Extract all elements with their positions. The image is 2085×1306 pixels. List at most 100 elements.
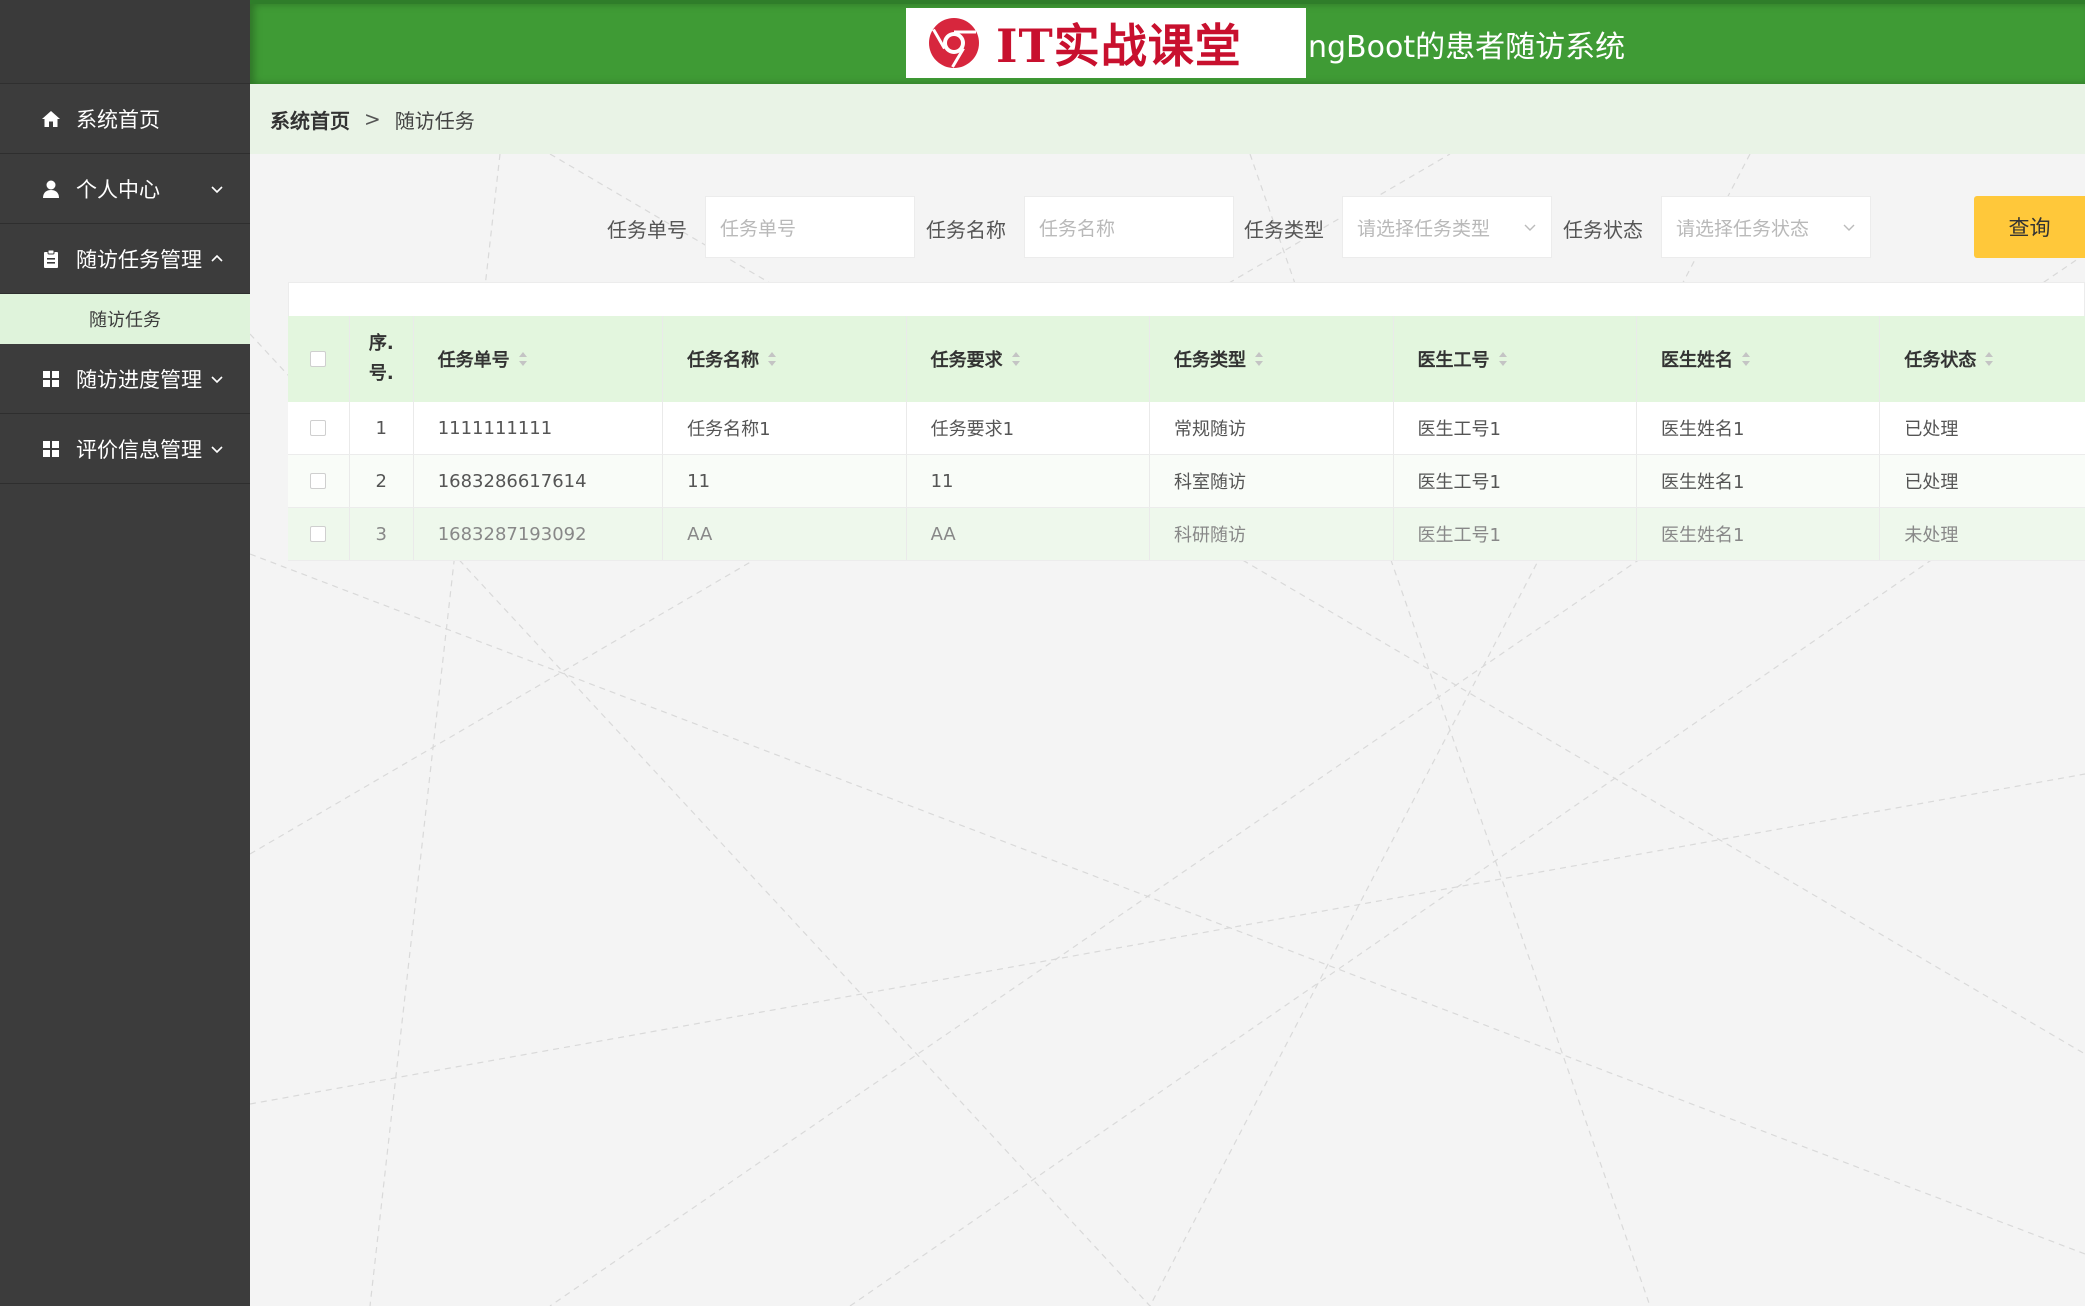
column-header-label: 任务名称 bbox=[687, 350, 760, 371]
sidebar: 系统首页 个人中心 随访任务管理 随访任务 随访进度管理 评价信息管理 bbox=[0, 0, 250, 1306]
row-index: 2 bbox=[350, 455, 414, 507]
row-checkbox[interactable] bbox=[310, 420, 327, 436]
search-label-task-no: 任务单号 bbox=[607, 218, 687, 242]
sidebar-item-label: 评价信息管理 bbox=[76, 437, 202, 462]
row-checkbox[interactable] bbox=[310, 473, 327, 489]
table-row[interactable]: 1 1111111111 任务名称1 任务要求1 常规随访 医生工号1 医生姓名… bbox=[288, 402, 2085, 455]
task-no-input[interactable]: 任务单号 bbox=[705, 196, 915, 258]
column-header-label: 任务要求 bbox=[930, 350, 1003, 371]
task-table: 序. 号. 任务单号 任务名称 任务要求 任务类型 医生工号 医生姓名 任务状态… bbox=[288, 282, 2085, 561]
row-check-cell bbox=[288, 508, 350, 560]
search-label-task-name: 任务名称 bbox=[926, 218, 1006, 242]
select-all-checkbox[interactable] bbox=[310, 351, 327, 367]
logo-icon bbox=[929, 18, 979, 68]
sort-icon[interactable] bbox=[1984, 351, 1994, 367]
column-header-label: 医生工号 bbox=[1417, 350, 1490, 371]
row-check-cell bbox=[288, 455, 350, 507]
cell-doctor-name: 医生姓名1 bbox=[1637, 455, 1881, 507]
cell-doctor-no: 医生工号1 bbox=[1394, 402, 1637, 454]
user-icon bbox=[40, 178, 62, 200]
column-header-doctor-no[interactable]: 医生工号 bbox=[1394, 316, 1637, 402]
sort-icon[interactable] bbox=[518, 351, 528, 367]
chevron-down-icon bbox=[211, 185, 223, 193]
column-header-doctor-name[interactable]: 医生姓名 bbox=[1637, 316, 1881, 402]
row-index: 1 bbox=[350, 402, 414, 454]
index-header-text: 序. 号. bbox=[369, 329, 394, 389]
row-index: 3 bbox=[350, 508, 414, 560]
table-toolbar bbox=[288, 282, 2085, 316]
main-content: 任务单号 任务单号 任务名称 任务名称 任务类型 请选择任务类型 任务状态 请选… bbox=[250, 154, 2085, 1306]
column-header-label: 任务类型 bbox=[1174, 350, 1247, 371]
column-header-task-status[interactable]: 任务状态 bbox=[1880, 316, 2085, 402]
table-row[interactable]: 2 1683286617614 11 11 科室随访 医生工号1 医生姓名1 已… bbox=[288, 455, 2085, 508]
cell-task-no: 1683286617614 bbox=[414, 455, 664, 507]
task-type-select[interactable]: 请选择任务类型 bbox=[1342, 196, 1552, 258]
column-header-label: 任务单号 bbox=[437, 350, 510, 371]
task-no-placeholder: 任务单号 bbox=[720, 217, 797, 240]
cell-task-name: 11 bbox=[663, 455, 907, 507]
breadcrumb-separator: > bbox=[364, 107, 381, 131]
cell-doctor-name: 医生姓名1 bbox=[1637, 402, 1881, 454]
search-bar: 任务单号 任务单号 任务名称 任务名称 任务类型 请选择任务类型 任务状态 请选… bbox=[250, 196, 2085, 258]
cell-task-name: 任务名称1 bbox=[663, 402, 907, 454]
sort-icon[interactable] bbox=[767, 351, 777, 367]
cell-task-requirement: 任务要求1 bbox=[907, 402, 1151, 454]
sidebar-item-home[interactable]: 系统首页 bbox=[0, 84, 250, 154]
task-status-select[interactable]: 请选择任务状态 bbox=[1661, 196, 1871, 258]
page-title: ngBoot的患者随访系统 bbox=[1308, 30, 1626, 65]
column-header-task-type[interactable]: 任务类型 bbox=[1150, 316, 1394, 402]
sort-icon[interactable] bbox=[1254, 351, 1264, 367]
logo-text: IT实战课堂 bbox=[996, 19, 1242, 73]
query-button[interactable]: 查询 bbox=[1974, 196, 2085, 258]
task-status-placeholder: 请选择任务状态 bbox=[1676, 217, 1810, 240]
index-header-line2: 号. bbox=[368, 363, 394, 384]
sidebar-item-followup-task[interactable]: 随访任务管理 bbox=[0, 224, 250, 294]
clipboard-icon bbox=[40, 248, 62, 270]
logo: IT实战课堂 bbox=[906, 8, 1306, 78]
sidebar-item-profile[interactable]: 个人中心 bbox=[0, 154, 250, 224]
row-checkbox[interactable] bbox=[310, 526, 327, 542]
chevron-down-icon bbox=[1843, 224, 1855, 231]
cell-task-type: 科室随访 bbox=[1150, 455, 1394, 507]
cell-task-status: 已处理 bbox=[1904, 472, 1959, 493]
cell-doctor-name: 医生姓名1 bbox=[1637, 508, 1881, 560]
cell-task-status: 已处理 bbox=[1904, 419, 1959, 440]
column-header-label: 任务状态 bbox=[1904, 350, 1977, 371]
column-header-task-no[interactable]: 任务单号 bbox=[414, 316, 664, 402]
task-name-input[interactable]: 任务名称 bbox=[1024, 196, 1234, 258]
index-header-line1: 序. bbox=[368, 333, 394, 354]
sidebar-item-progress[interactable]: 随访进度管理 bbox=[0, 344, 250, 414]
select-all-cell bbox=[288, 316, 350, 402]
cell-task-status: 未处理 bbox=[1904, 525, 1959, 546]
cell-task-name: AA bbox=[663, 508, 907, 560]
sort-icon[interactable] bbox=[1498, 351, 1508, 367]
sort-icon[interactable] bbox=[1741, 351, 1751, 367]
chevron-down-icon bbox=[1524, 224, 1536, 231]
chevron-up-icon bbox=[211, 254, 223, 262]
grid-icon bbox=[40, 368, 62, 390]
chevron-down-icon bbox=[211, 375, 223, 383]
submenu-item-followup-task[interactable]: 随访任务 bbox=[0, 294, 250, 344]
breadcrumb-current: 随访任务 bbox=[394, 108, 475, 133]
cell-task-requirement: 11 bbox=[907, 455, 1151, 507]
column-header-task-requirement[interactable]: 任务要求 bbox=[907, 316, 1151, 402]
chevron-down-icon bbox=[211, 445, 223, 453]
home-icon bbox=[40, 108, 62, 130]
breadcrumb-home[interactable]: 系统首页 bbox=[270, 105, 350, 134]
table-header: 序. 号. 任务单号 任务名称 任务要求 任务类型 医生工号 医生姓名 任务状态 bbox=[288, 316, 2085, 402]
cell-task-no: 1683287193092 bbox=[414, 508, 664, 560]
sort-icon[interactable] bbox=[1011, 351, 1021, 367]
column-header-label: 医生姓名 bbox=[1660, 350, 1733, 371]
column-header-task-name[interactable]: 任务名称 bbox=[663, 316, 907, 402]
sidebar-top bbox=[0, 0, 250, 84]
cell-doctor-no: 医生工号1 bbox=[1394, 455, 1637, 507]
task-type-placeholder: 请选择任务类型 bbox=[1357, 217, 1491, 240]
sidebar-item-label: 随访进度管理 bbox=[76, 367, 202, 392]
cell-task-requirement: AA bbox=[907, 508, 1151, 560]
cell-task-type: 常规随访 bbox=[1150, 402, 1394, 454]
breadcrumb: 系统首页 > 随访任务 bbox=[250, 84, 2085, 154]
sidebar-item-evaluation[interactable]: 评价信息管理 bbox=[0, 414, 250, 484]
sidebar-item-label: 随访任务管理 bbox=[76, 247, 202, 272]
column-header-index: 序. 号. bbox=[350, 316, 414, 402]
table-row[interactable]: 3 1683287193092 AA AA 科研随访 医生工号1 医生姓名1 未… bbox=[288, 508, 2085, 561]
